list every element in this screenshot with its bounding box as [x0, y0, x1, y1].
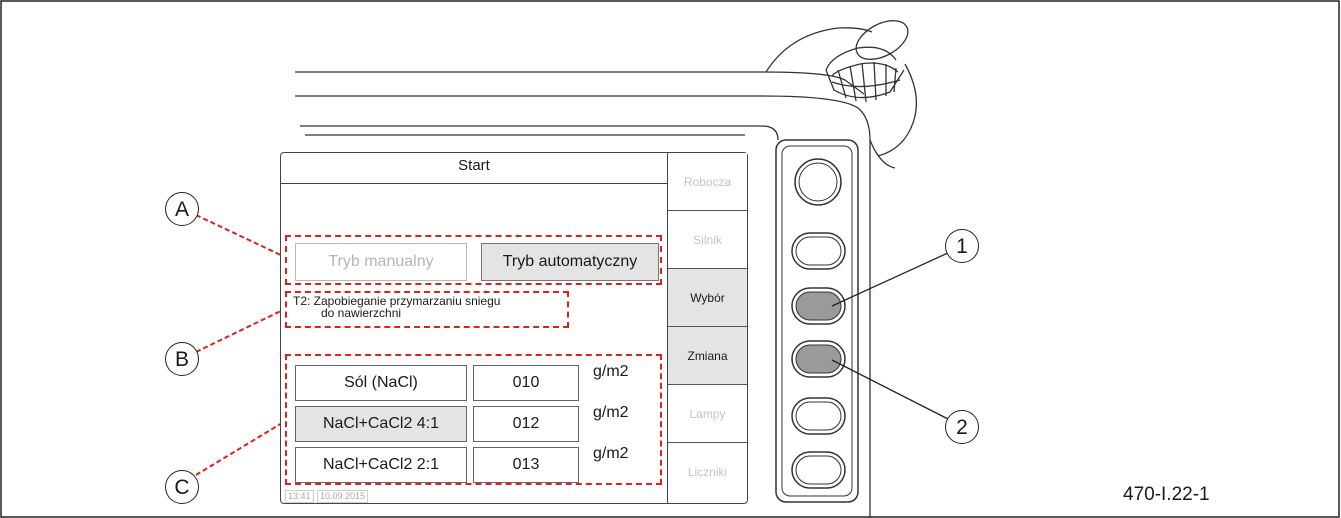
callout-box-a	[285, 235, 662, 285]
tab-wybor[interactable]: Wybór	[668, 269, 747, 327]
callout-label-2: 2	[945, 410, 979, 444]
leader-c	[195, 419, 288, 476]
hardware-button-1[interactable]	[791, 232, 846, 270]
callout-label-1: 1	[945, 229, 979, 263]
tab-lampy[interactable]: Lampy	[668, 385, 747, 443]
callout-label-c: C	[165, 470, 199, 504]
callout-label-a: A	[165, 192, 199, 226]
tab-robocza[interactable]: Robocza	[668, 153, 747, 211]
status-time: 13:41	[285, 490, 314, 503]
tab-silnik[interactable]: Silnik	[668, 211, 747, 269]
tab-liczniki[interactable]: Liczniki	[668, 443, 747, 501]
side-tab-bar: Robocza Silnik Wybór Zmiana Lampy Liczni…	[667, 153, 747, 503]
hardware-button-4[interactable]	[791, 397, 846, 435]
round-hardware-button[interactable]	[794, 158, 842, 206]
callout-box-c	[285, 354, 662, 485]
hardware-buttons	[791, 158, 846, 489]
control-knob-icon	[765, 20, 918, 157]
tab-zmiana[interactable]: Zmiana	[668, 327, 747, 385]
leader-b	[195, 307, 288, 353]
figure-code: 470-I.22-1	[1123, 484, 1210, 505]
status-date: 10.09.2015	[317, 490, 369, 503]
callout-label-b: B	[165, 342, 199, 376]
screen-title: Start	[281, 153, 667, 184]
leader-1	[831, 251, 951, 307]
leader-a	[195, 214, 288, 259]
callout-box-b	[285, 291, 569, 328]
hardware-button-5[interactable]	[791, 451, 846, 489]
leader-2	[831, 359, 951, 421]
